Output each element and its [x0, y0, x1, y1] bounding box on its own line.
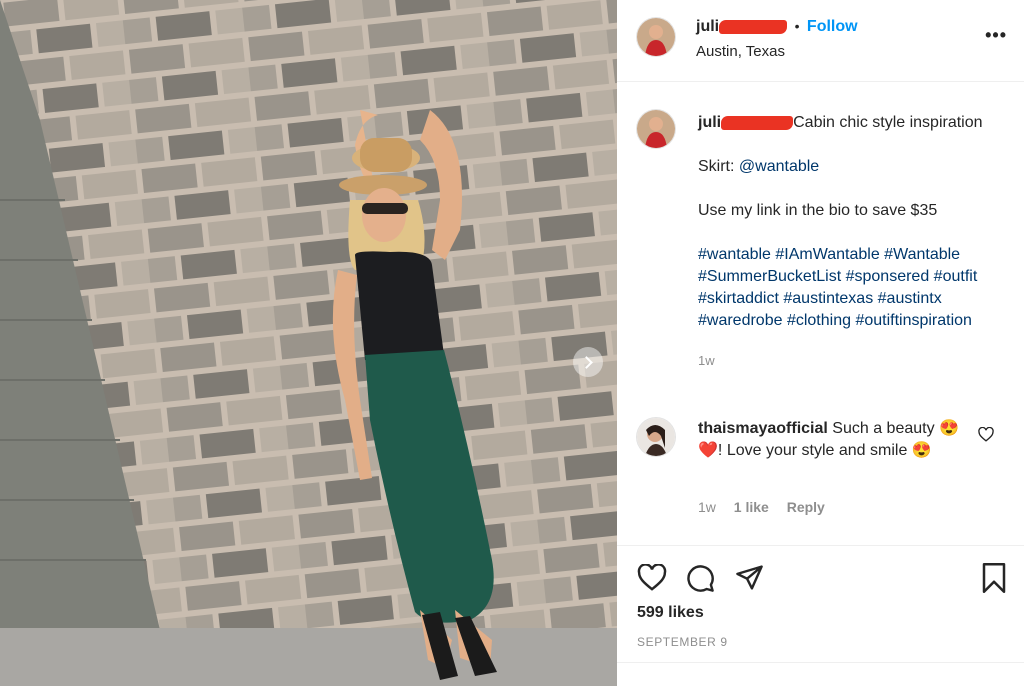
- comment-like-heart-icon[interactable]: [978, 426, 994, 447]
- skirt-mention-link[interactable]: @wantable: [739, 158, 819, 175]
- commenter-avatar[interactable]: [637, 418, 675, 456]
- separator-dot: •: [794, 18, 800, 34]
- post-photo-image: [0, 0, 617, 686]
- redaction-mark: [721, 115, 794, 130]
- comment-text-1: Such a beauty: [832, 420, 935, 437]
- share-icon[interactable]: [735, 564, 764, 596]
- comment-icon[interactable]: [686, 564, 715, 598]
- skirt-label: Skirt:: [698, 158, 735, 175]
- author-avatar[interactable]: [637, 18, 675, 56]
- commenter-username[interactable]: thaismayaofficial: [698, 420, 828, 437]
- next-photo-button[interactable]: [573, 347, 603, 377]
- comment-reply-button[interactable]: Reply: [787, 499, 825, 515]
- caption-first-line: juli Cabin chic style inspiration: [698, 112, 1008, 134]
- caption-promo: Use my link in the bio to save $35: [698, 202, 938, 219]
- caption-title: Cabin chic style inspiration: [793, 114, 983, 131]
- post-sidebar: juli • Follow Austin, Texas ••• juli Cabi…: [617, 0, 1024, 686]
- divider: [617, 662, 1024, 663]
- post-photo[interactable]: [0, 0, 617, 686]
- caption-author-avatar[interactable]: [637, 110, 675, 148]
- caption-skirt-line: Skirt: @wantable: [698, 156, 1008, 178]
- follow-button[interactable]: Follow: [807, 18, 858, 35]
- author-line: juli • Follow: [696, 18, 858, 36]
- comment-meta: 1w 1 like Reply: [698, 499, 839, 515]
- comment-time[interactable]: 1w: [698, 499, 716, 515]
- post-caption: juli Cabin chic style inspiration Skirt: …: [698, 112, 1008, 372]
- post-location[interactable]: Austin, Texas: [696, 43, 785, 60]
- post-header: juli • Follow Austin, Texas •••: [617, 0, 1024, 82]
- caption-username[interactable]: juli: [698, 114, 721, 131]
- comment-item: thaismayaofficial Such a beauty 😍❤️! Lov…: [698, 418, 968, 462]
- comment-text-2: ! Love your style and smile: [717, 442, 908, 459]
- caption-time[interactable]: 1w: [698, 350, 1008, 372]
- redaction-mark: [719, 19, 788, 34]
- post-actions: 599 likes SEPTEMBER 9: [617, 545, 1024, 666]
- comment-emoji-end: 😍: [911, 442, 932, 459]
- more-horizontal-icon[interactable]: •••: [985, 26, 1007, 44]
- like-count[interactable]: 599 likes: [637, 604, 704, 622]
- caption-hashtags[interactable]: #wantable #IAmWantable #Wantable #Summer…: [698, 244, 1008, 332]
- heart-icon[interactable]: [637, 563, 667, 596]
- chevron-right-icon: [580, 355, 593, 369]
- bookmark-icon[interactable]: [981, 563, 1007, 598]
- comment-like-count[interactable]: 1 like: [734, 499, 769, 515]
- post-date[interactable]: SEPTEMBER 9: [637, 635, 728, 649]
- author-username[interactable]: juli: [696, 18, 719, 35]
